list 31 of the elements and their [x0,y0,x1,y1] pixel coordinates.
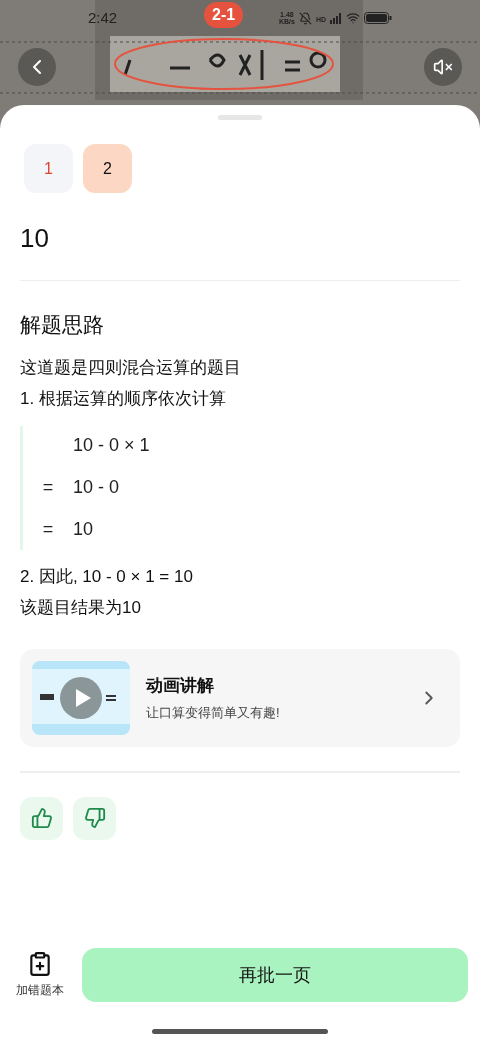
thumbs-down-button[interactable] [73,796,116,840]
wifi-icon [346,11,360,25]
battery-icon [364,12,392,24]
explanation-line: 1. 根据运算的顺序依次计算 [20,388,227,410]
add-to-mistakes-button[interactable]: 加错题本 [12,951,68,999]
section-title: 解题思路 [19,312,105,338]
answer-text: 10 [19,222,50,255]
signal-icon [330,12,342,24]
equals-sign: = [42,518,54,541]
explanation-line: 2. 因此, 10 - 0 × 1 = 10 [20,565,194,588]
drag-handle[interactable] [218,115,262,120]
speaker-off-icon [433,57,453,77]
video-title: 动画讲解 [146,675,215,697]
play-icon[interactable] [60,676,102,719]
next-page-button[interactable]: 再批一页 [82,948,468,1002]
clipboard-plus-icon [27,951,53,977]
mute-icon [298,11,312,25]
explanation-line: 该题目结果为10 [20,597,142,619]
video-subtitle: 让口算变得简单又有趣! [146,703,281,722]
calculation-step: 10 - 0 [73,474,120,501]
status-time: 2:42 [88,7,118,28]
calculation-step: 10 - 0 × 1 [73,432,150,459]
question-tab[interactable]: 1 [24,144,73,193]
thumbs-up-button[interactable] [20,796,63,840]
calculation-step: 10 [73,516,94,543]
thumbs-down-icon [83,807,106,829]
video-card[interactable]: 动画讲解 让口算变得简单又有趣! [20,648,460,747]
explanation-line: 这道题是四则混合运算的题目 [20,356,242,379]
question-tab[interactable]: 2 [83,144,132,193]
equals-sign: = [42,476,54,499]
thumbs-up-icon [30,807,53,829]
